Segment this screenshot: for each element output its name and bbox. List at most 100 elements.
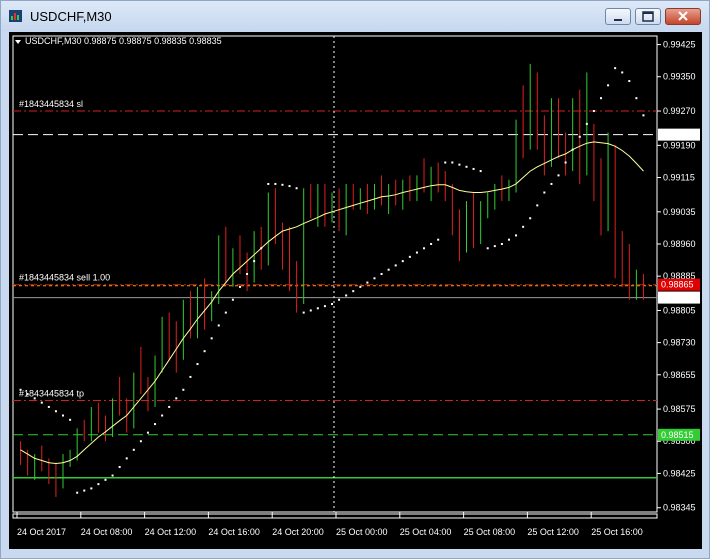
sar-dot	[189, 375, 192, 378]
sar-dot	[486, 247, 489, 250]
sar-dot	[550, 182, 553, 185]
sar-dot	[19, 388, 22, 391]
sar-dot	[40, 401, 43, 404]
sar-dot	[345, 294, 348, 297]
sar-dot	[267, 182, 270, 185]
sar-dot	[451, 161, 454, 164]
sar-dot	[458, 163, 461, 166]
time-tick-label: 24 Oct 16:00	[208, 527, 260, 537]
sar-dot	[217, 324, 220, 327]
chart-menu-triangle-icon[interactable]	[15, 40, 21, 44]
window-title: USDCHF,M30	[30, 9, 112, 24]
price-tick-label: 0.98425	[663, 468, 696, 478]
sar-dot	[423, 247, 426, 250]
sar-dot	[62, 414, 65, 417]
sar-dot	[97, 483, 100, 486]
time-tick-label: 25 Oct 16:00	[591, 527, 643, 537]
sar-dot	[543, 191, 546, 194]
sar-dot	[585, 122, 588, 125]
close-button[interactable]	[665, 8, 701, 25]
sar-dot	[621, 71, 624, 74]
sar-dot	[132, 448, 135, 451]
sar-dot	[472, 167, 475, 170]
price-tick-label: 0.98805	[663, 305, 696, 315]
sar-dot	[387, 268, 390, 271]
maximize-button[interactable]	[635, 8, 661, 25]
sar-dot	[578, 135, 581, 138]
sar-dot	[571, 148, 574, 151]
sar-dot	[522, 225, 525, 228]
sar-dot	[493, 245, 496, 248]
window-titlebar[interactable]: USDCHF,M30	[1, 1, 709, 31]
sar-dot	[557, 174, 560, 177]
sar-dot	[359, 285, 362, 288]
take-profit-label: #1843445834 tp	[19, 389, 84, 399]
entry-price-badge: 0.98865	[661, 280, 694, 290]
sar-dot	[479, 170, 482, 173]
sar-dot	[274, 182, 277, 185]
chart-area[interactable]: 0.99425 0.99350 0.99270 0.99190 0.99115 0.990…	[9, 32, 702, 549]
sar-dot	[26, 393, 29, 396]
sar-dot	[564, 161, 567, 164]
sar-dot	[373, 277, 376, 280]
sar-dot	[607, 84, 610, 87]
time-tick-label: 24 Oct 2017	[17, 527, 66, 537]
sar-dot	[295, 187, 298, 190]
chart-window: USDCHF,M30 0.99425 0.99350 0.99270 0.99190 0…	[0, 0, 710, 559]
sar-dot	[635, 97, 638, 100]
minimize-button[interactable]	[605, 8, 631, 25]
sar-dot	[175, 397, 178, 400]
price-tick-label: 0.98960	[663, 239, 696, 249]
time-scrollbar[interactable]	[12, 513, 658, 519]
sar-dot	[536, 204, 539, 207]
tp-price-badge: 0.98515	[661, 430, 694, 440]
sar-dot	[83, 489, 86, 492]
sar-dot	[366, 281, 369, 284]
time-tick-label: 25 Oct 08:00	[464, 527, 516, 537]
price-tick-label: 0.99350	[663, 72, 696, 82]
minimize-icon	[614, 19, 622, 21]
sar-dot	[430, 242, 433, 245]
moving-average-line	[20, 141, 644, 465]
sar-dot	[125, 457, 128, 460]
time-tick-label: 25 Oct 12:00	[527, 527, 579, 537]
sar-dot	[224, 311, 227, 314]
sar-dot	[246, 273, 249, 275]
sar-dot	[592, 110, 595, 113]
sar-dot	[54, 410, 57, 413]
sar-dot	[507, 238, 510, 241]
sar-dot	[302, 311, 305, 314]
sar-dot	[408, 255, 411, 258]
sar-dot	[104, 478, 107, 481]
sar-dot	[316, 307, 319, 310]
sar-dot	[118, 465, 121, 468]
sar-dot	[529, 217, 532, 220]
price-chart[interactable]: 0.99425 0.99350 0.99270 0.99190 0.99115 0.990…	[9, 32, 702, 549]
sar-dot	[465, 165, 468, 168]
price-tick-label: 0.99425	[663, 40, 696, 50]
sar-dot	[168, 405, 171, 408]
price-tick-label: 0.98575	[663, 404, 696, 414]
price-tick-label: 0.99190	[663, 140, 696, 150]
sar-dot	[380, 273, 383, 275]
price-tick-label: 0.99115	[663, 173, 695, 183]
time-tick-label: 24 Oct 12:00	[145, 527, 197, 537]
time-tick-label: 24 Oct 20:00	[272, 527, 324, 537]
sar-dot	[111, 474, 114, 477]
sar-dot	[33, 397, 36, 400]
sar-dot	[628, 80, 631, 83]
sar-dot	[323, 305, 326, 308]
sar-dot	[338, 298, 341, 301]
sar-dot	[231, 298, 234, 301]
sar-dot	[352, 290, 355, 293]
sar-dot	[288, 185, 291, 188]
chart-app-icon	[9, 10, 22, 22]
price-tick-label: 0.98655	[663, 370, 696, 380]
sar-dot	[182, 388, 185, 391]
sar-dot	[139, 440, 142, 443]
sar-dot	[76, 491, 79, 494]
sar-dot	[154, 423, 157, 426]
sar-dot	[161, 414, 164, 417]
sar-dot	[196, 363, 199, 366]
sar-dot	[642, 114, 645, 117]
